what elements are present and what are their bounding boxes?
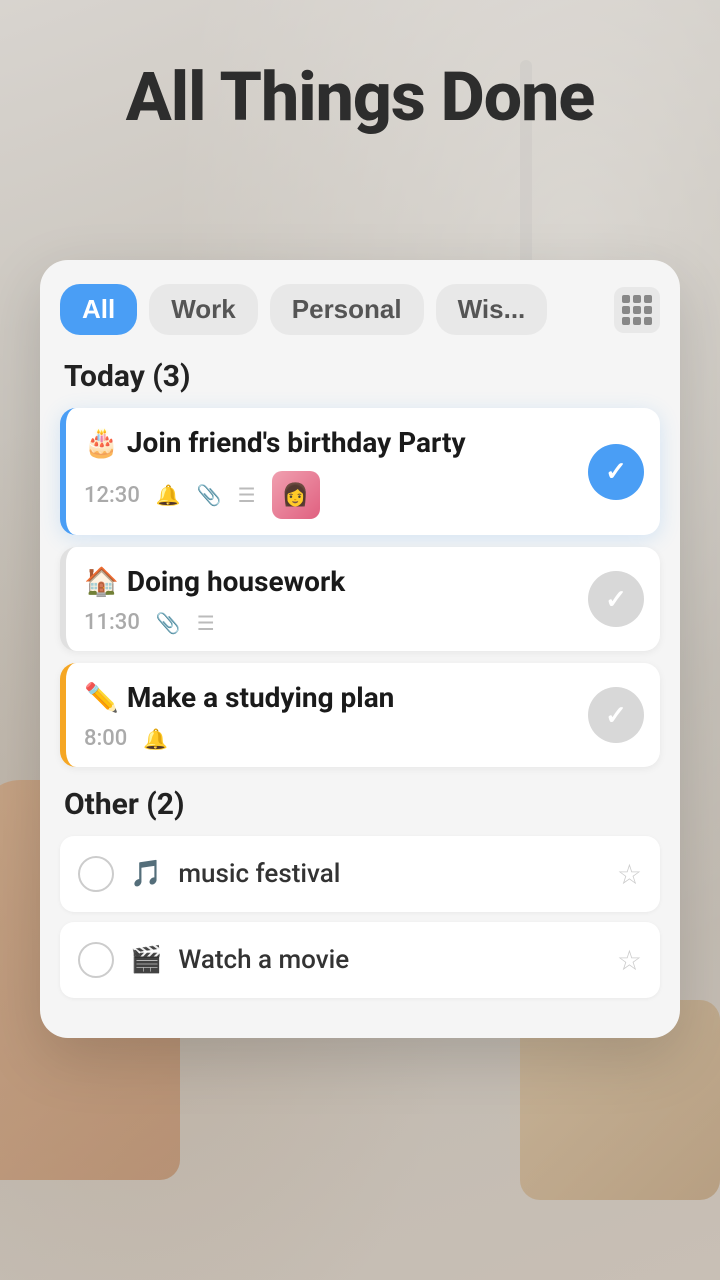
other-section: Other (2) 🎵 music festival ☆ 🎬 Watch a m… <box>60 787 660 998</box>
task-2-emoji: 🏠 <box>84 565 119 598</box>
tabs-row: All Work Personal Wis... <box>60 284 660 335</box>
task-3-check-button[interactable]: ✓ <box>588 687 644 743</box>
attachment-icon-1: 📎 <box>197 483 222 507</box>
tab-wishlist[interactable]: Wis... <box>436 284 548 335</box>
grid-view-button[interactable] <box>614 287 660 333</box>
tab-all[interactable]: All <box>60 284 137 335</box>
other-item-music-festival: 🎵 music festival ☆ <box>60 836 660 912</box>
check-mark-3: ✓ <box>605 700 627 731</box>
list-icon-1: ☰ <box>238 483 256 507</box>
task-study-plan: ✏️ Make a studying plan 8:00 🔔 ✓ <box>60 663 660 767</box>
task-1-emoji: 🎂 <box>84 426 119 459</box>
other-2-star-icon[interactable]: ☆ <box>617 944 642 977</box>
task-2-title: Doing housework <box>127 565 642 598</box>
bell-icon-3: 🔔 <box>143 727 168 751</box>
other-1-star-icon[interactable]: ☆ <box>617 858 642 891</box>
other-1-check-circle[interactable] <box>78 856 114 892</box>
other-section-header: Other (2) <box>60 787 660 822</box>
check-mark-1: ✓ <box>605 456 627 487</box>
task-1-thumbnail: 👩 <box>272 471 320 519</box>
tab-personal[interactable]: Personal <box>270 284 424 335</box>
other-1-title: music festival <box>178 859 601 889</box>
main-card: All Work Personal Wis... Today (3) 🎂 Joi… <box>40 260 680 1038</box>
task-3-title: Make a studying plan <box>127 681 642 714</box>
bell-icon-1: 🔔 <box>156 483 181 507</box>
task-2-time: 11:30 <box>84 610 140 635</box>
other-item-watch-movie: 🎬 Watch a movie ☆ <box>60 922 660 998</box>
other-2-emoji: 🎬 <box>130 945 162 975</box>
list-icon-2: ☰ <box>197 611 215 635</box>
task-1-title: Join friend's birthday Party <box>127 426 642 459</box>
other-1-emoji: 🎵 <box>130 859 162 889</box>
task-3-emoji: ✏️ <box>84 681 119 714</box>
app-title: All Things Done <box>0 60 720 135</box>
grid-icon <box>622 295 652 325</box>
tab-work[interactable]: Work <box>149 284 258 335</box>
task-3-time: 8:00 <box>84 726 127 751</box>
today-section-header: Today (3) <box>60 359 660 394</box>
task-1-check-button[interactable]: ✓ <box>588 444 644 500</box>
task-1-time: 12:30 <box>84 483 140 508</box>
attachment-icon-2: 📎 <box>156 611 181 635</box>
task-birthday-party: 🎂 Join friend's birthday Party 12:30 🔔 📎… <box>60 408 660 535</box>
other-2-title: Watch a movie <box>178 945 601 975</box>
check-mark-2: ✓ <box>605 584 627 615</box>
task-2-check-button[interactable]: ✓ <box>588 571 644 627</box>
other-2-check-circle[interactable] <box>78 942 114 978</box>
task-housework: 🏠 Doing housework 11:30 📎 ☰ ✓ <box>60 547 660 651</box>
